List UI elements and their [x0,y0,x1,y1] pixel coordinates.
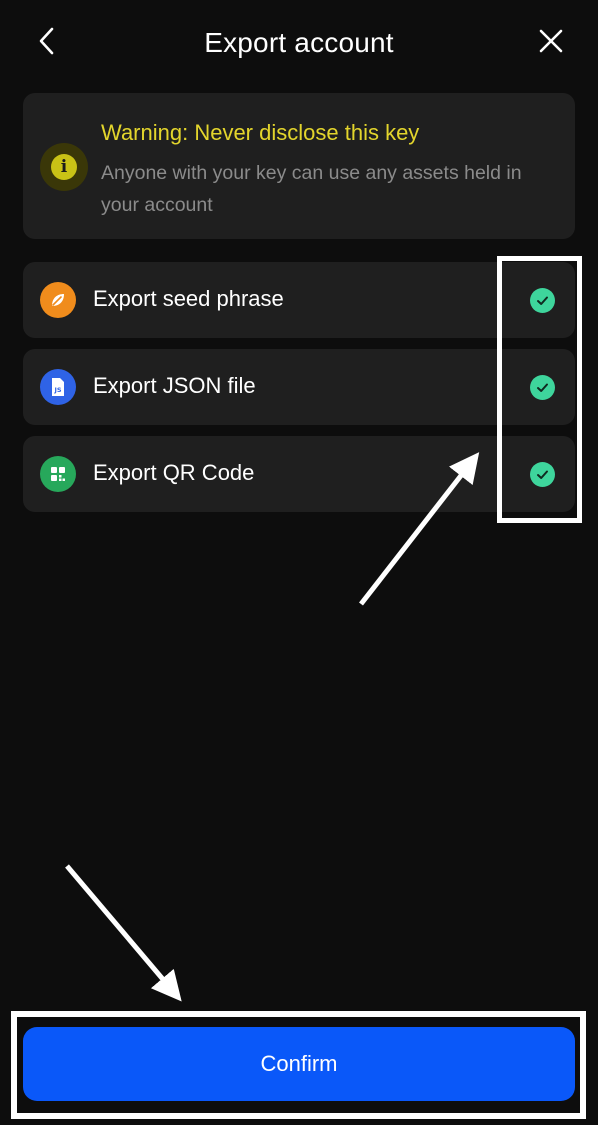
close-button[interactable] [534,24,568,58]
check-circle-icon [530,462,555,487]
header: Export account [0,0,598,88]
export-account-screen: Export account i Warning: Never disclose… [0,0,598,1125]
option-label: Export JSON file [93,373,256,398]
option-export-seed-phrase[interactable]: Export seed phrase [23,262,575,338]
option-export-json-file[interactable]: JS Export JSON file [23,349,575,425]
svg-text:JS: JS [53,386,61,394]
option-label: Export QR Code [93,460,255,485]
info-icon: i [40,143,88,191]
check-circle-icon [530,375,555,400]
warning-card: i Warning: Never disclose this key Anyon… [23,93,575,239]
qr-code-icon [40,456,76,492]
close-icon [539,29,563,53]
arrow-to-confirm [65,864,182,1002]
leaf-icon [40,282,76,318]
option-label: Export seed phrase [93,286,284,311]
json-file-icon: JS [40,369,76,405]
option-export-qr-code[interactable]: Export QR Code [23,436,575,512]
warning-title: Warning: Never disclose this key [101,120,420,145]
confirm-button[interactable]: Confirm [23,1027,575,1101]
warning-text: Anyone with your key can use any assets … [101,162,522,216]
page-title: Export account [204,27,394,58]
check-circle-icon [530,288,555,313]
